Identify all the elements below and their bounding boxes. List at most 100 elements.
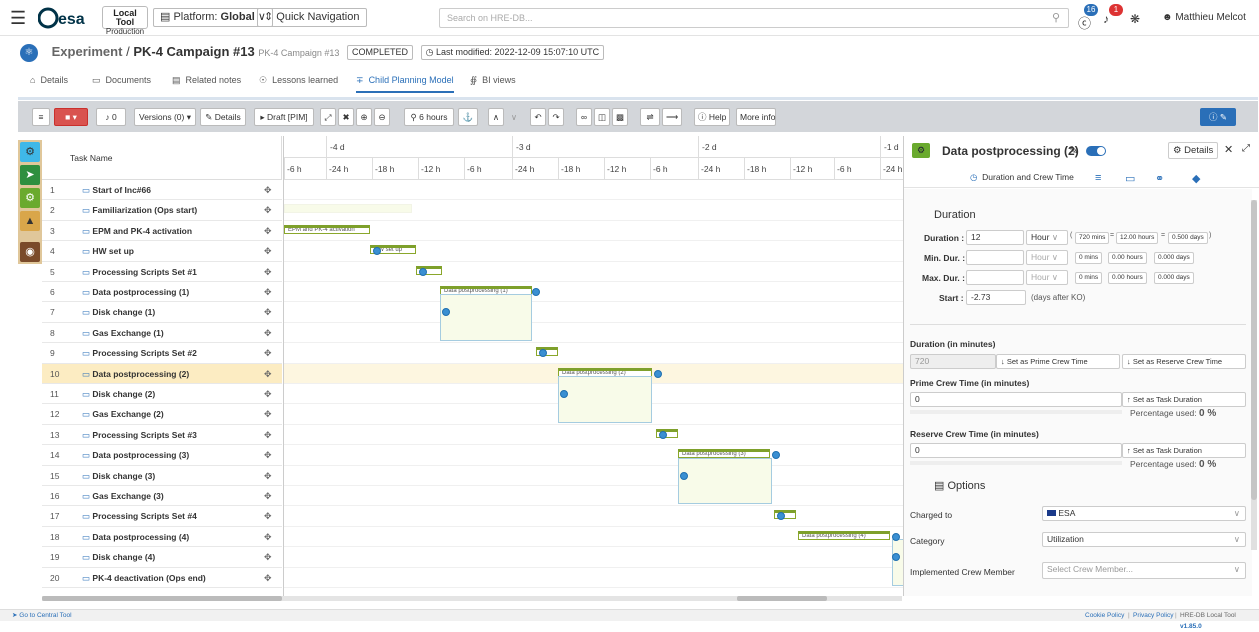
task-box[interactable] (558, 376, 652, 423)
start-input[interactable]: -2.73 (966, 290, 1026, 305)
quick-navigation-button[interactable]: ⇕ Quick Navigation (257, 8, 367, 27)
drag-handle-icon[interactable]: ✥ (264, 180, 272, 200)
reserve-crew-input[interactable]: 0 (910, 443, 1122, 458)
drag-handle-icon[interactable]: ✥ (264, 527, 272, 547)
drag-handle-icon[interactable]: ✥ (264, 506, 272, 526)
filter-icon[interactable]: ≡ (32, 108, 50, 126)
table-row[interactable]: 8 ▭ Gas Exchange (1) ✥ (42, 322, 282, 344)
chevron-up-icon[interactable]: ∧ (488, 108, 504, 126)
tag-icon[interactable]: ◆ (1192, 172, 1200, 185)
prime-crew-input[interactable]: 0 (910, 392, 1122, 407)
align-icon[interactable]: ⇌ (640, 108, 660, 126)
max-duration-input[interactable] (966, 270, 1024, 285)
drag-handle-icon[interactable]: ✥ (264, 343, 272, 363)
subtab-duration-crew-time[interactable]: ◷ Duration and Crew Time (970, 172, 1074, 183)
zoom-in-icon[interactable]: ⊕ (356, 108, 372, 126)
list-icon[interactable]: ≡ (1095, 172, 1101, 184)
drag-handle-icon[interactable]: ✥ (264, 568, 272, 588)
details-button[interactable]: ✎ Details (200, 108, 246, 126)
duration-unit-select[interactable]: Hour ∨ (1026, 230, 1068, 245)
table-row[interactable]: 16 ▭ Gas Exchange (3) ✥ (42, 486, 282, 507)
reserve-set-task-duration-button[interactable]: ↑ Set as Task Duration (1122, 443, 1246, 458)
table-row[interactable]: 18 ▭ Data postprocessing (4) ✥ (42, 526, 282, 548)
paperclip-icon[interactable]: ⚭ (1155, 172, 1164, 185)
min-duration-unit-select[interactable]: Hour ∨ (1026, 250, 1068, 265)
panel-scrollbar[interactable] (1251, 200, 1257, 550)
min-duration-input[interactable] (966, 250, 1024, 265)
bell-icon[interactable]: ♪ (1103, 12, 1109, 26)
task-box[interactable] (892, 539, 903, 586)
task-bar[interactable]: Data postprocessing (4) (798, 530, 890, 540)
drag-handle-icon[interactable]: ✥ (264, 323, 272, 343)
tab-documents[interactable]: ▭ Documents (92, 75, 151, 86)
table-row[interactable]: 12 ▭ Gas Exchange (2) ✥ (42, 404, 282, 425)
search-input[interactable]: Search on HRE-DB... (439, 8, 1069, 28)
table-row[interactable]: 3 ▭ EPM and PK-4 activation ✥ (42, 220, 282, 242)
robot-icon[interactable]: ⚙ (20, 142, 40, 162)
charged-to-select[interactable]: ESA ∨ (1042, 506, 1246, 521)
arrow-right-icon[interactable]: ⟶ (662, 108, 682, 126)
set-prime-crew-time-button[interactable]: ↓ Set as Prime Crew Time (996, 354, 1120, 369)
collapse-icon[interactable]: ✖ (338, 108, 354, 126)
prime-set-task-duration-button[interactable]: ↑ Set as Task Duration (1122, 392, 1246, 407)
close-icon[interactable]: ✕ (1224, 143, 1233, 156)
rocket-icon[interactable]: ➤ (20, 165, 40, 185)
process-icon[interactable]: ⚙ (20, 188, 40, 208)
versions-button[interactable]: Versions (0) ▾ (134, 108, 196, 126)
drag-handle-icon[interactable]: ✥ (264, 384, 272, 404)
copy-icon[interactable]: ◫ (594, 108, 610, 126)
category-select[interactable]: Utilization ∨ (1042, 532, 1246, 547)
table-row[interactable]: 17 ▭ Processing Scripts Set #4 ✥ (42, 506, 282, 527)
tab-lessons-learned[interactable]: ☉ Lessons learned (259, 75, 338, 86)
chevron-down-icon[interactable]: ∨ (506, 108, 522, 126)
max-duration-unit-select[interactable]: Hour ∨ (1026, 270, 1068, 285)
table-row[interactable]: 19 ▭ Disk change (4) ✥ (42, 547, 282, 568)
table-row[interactable]: 20 ▭ PK-4 deactivation (Ops end) ✥ (42, 567, 282, 588)
drag-handle-icon[interactable]: ✥ (264, 547, 272, 567)
table-row[interactable]: 11 ▭ Disk change (2) ✥ (42, 384, 282, 405)
local-tool-button[interactable]: Local Tool Production (102, 6, 148, 36)
task-name-header[interactable]: Task Name (70, 153, 113, 163)
tab-bi-views[interactable]: ∯ BI views (470, 75, 516, 86)
drag-handle-icon[interactable]: ✥ (264, 425, 272, 445)
table-row[interactable]: 5 ▭ Processing Scripts Set #1 ✥ (42, 261, 282, 282)
expand-icon[interactable]: ⤢ (320, 108, 336, 126)
paste-icon[interactable]: ▩ (612, 108, 628, 126)
duration-input[interactable]: 12 (966, 230, 1024, 245)
drag-handle-icon[interactable]: ✥ (264, 262, 272, 282)
horizontal-scrollbar[interactable] (42, 596, 902, 601)
save-button[interactable]: ■ ▾ (54, 108, 88, 126)
link-icon[interactable]: ∞ (576, 108, 592, 126)
search-icon[interactable]: ⚲ (1052, 11, 1060, 24)
go-central-link[interactable]: ➤ Go to Central Tool (12, 610, 72, 621)
task-bar[interactable] (284, 204, 412, 214)
drag-handle-icon[interactable]: ✥ (264, 445, 272, 465)
tab-child-planning-model[interactable]: ∓ Child Planning Model (356, 75, 454, 93)
bug-icon[interactable]: ❋ (1130, 12, 1140, 26)
view-toggle-button[interactable]: ⓘ ✎ (1200, 108, 1236, 126)
help-button[interactable]: ⓘ Help (694, 108, 730, 126)
tab-details[interactable]: ⌂ Details (30, 75, 68, 85)
notifications-button[interactable]: ♪ 0 (96, 108, 126, 126)
drag-handle-icon[interactable]: ✥ (264, 364, 272, 384)
drag-handle-icon[interactable]: ✥ (264, 302, 272, 322)
drag-handle-icon[interactable]: ✥ (264, 466, 272, 486)
table-row[interactable]: 1 ▭ Start of Inc#66 ✥ (42, 180, 282, 201)
location-icon[interactable]: ◉ (20, 242, 40, 262)
redo-icon[interactable]: ↷ (548, 108, 564, 126)
breadcrumb-experiment[interactable]: Experiment (52, 44, 123, 59)
drag-handle-icon[interactable]: ✥ (264, 404, 272, 424)
table-row[interactable]: 6 ▭ Data postprocessing (1) ✥ (42, 282, 282, 303)
table-row[interactable]: 2 ▭ Familiarization (Ops start) ✥ (42, 200, 282, 221)
crew-member-select[interactable]: Select Crew Member... ∨ (1042, 562, 1246, 579)
task-box[interactable] (440, 294, 532, 342)
hamburger-menu-icon[interactable]: ☰ (10, 9, 26, 27)
table-row[interactable]: 9 ▭ Processing Scripts Set #2 ✥ (42, 343, 282, 364)
drag-handle-icon[interactable]: ✥ (264, 486, 272, 506)
table-row[interactable]: 7 ▭ Disk change (1) ✥ (42, 302, 282, 323)
panel-details-button[interactable]: ⚙ Details (1168, 142, 1219, 159)
drag-handle-icon[interactable]: ✥ (264, 241, 272, 261)
undo-icon[interactable]: ↶ (530, 108, 546, 126)
table-row[interactable]: 4 ▭ HW set up ✥ (42, 241, 282, 262)
tab-related-notes[interactable]: ▤ Related notes (172, 75, 241, 86)
